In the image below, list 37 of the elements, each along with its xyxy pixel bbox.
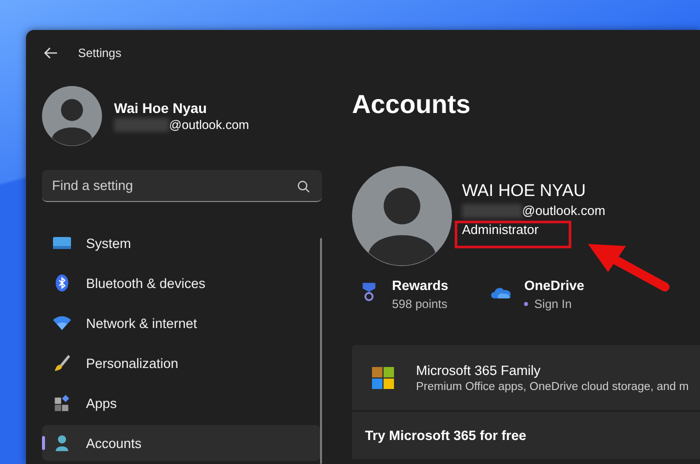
search-icon	[297, 180, 310, 193]
wifi-icon	[52, 314, 72, 332]
nav-item[interactable]: Apps	[42, 385, 320, 421]
user-name: Wai Hoe Nyau	[114, 99, 207, 117]
monitor-icon	[52, 234, 72, 252]
redacted-text	[114, 118, 169, 132]
nav-item[interactable]: Accounts	[42, 425, 320, 461]
selection-indicator	[42, 436, 45, 450]
page-title: Accounts	[352, 88, 472, 120]
scrollbar[interactable]	[320, 238, 322, 464]
card-description: Premium Office apps, OneDrive cloud storage, and m	[416, 380, 689, 392]
back-arrow-icon[interactable]	[44, 47, 58, 59]
nav-item[interactable]: Network & internet	[42, 305, 320, 341]
nav-item[interactable]: System	[42, 225, 320, 261]
card-title: Microsoft 365 Family	[416, 362, 542, 378]
email-address: @outlook.com	[169, 117, 250, 133]
redacted-text	[462, 204, 522, 218]
offer-card[interactable]: Try Microsoft 365 for free	[352, 412, 700, 459]
avatar-icon	[42, 86, 102, 146]
sign-in-link[interactable]: Sign In	[534, 297, 572, 311]
email-address: @outlook.com	[522, 202, 606, 220]
product-card[interactable]: Microsoft 365 Family Premium Office apps, OneDrive cloud storage, and m	[352, 345, 700, 410]
account-role: Administrator	[462, 221, 539, 239]
card-title: Try Microsoft 365 for free	[365, 428, 526, 443]
windows-logo-icon	[372, 366, 394, 388]
account-name: WAI HOE NYAU	[462, 180, 586, 202]
search-field[interactable]: Find a setting	[42, 170, 322, 202]
service-name: Rewards	[392, 278, 448, 293]
status-dot	[524, 302, 528, 306]
service-detail: 598 points	[392, 297, 448, 311]
paintbrush-icon	[52, 354, 72, 372]
nav-item[interactable]: Personalization	[42, 345, 320, 381]
avatar-icon	[352, 166, 452, 266]
window-title: Settings	[78, 46, 122, 60]
service-name: OneDrive	[524, 278, 584, 293]
apps-icon	[52, 394, 72, 412]
nav-item[interactable]: Bluetooth & devices	[42, 265, 320, 301]
